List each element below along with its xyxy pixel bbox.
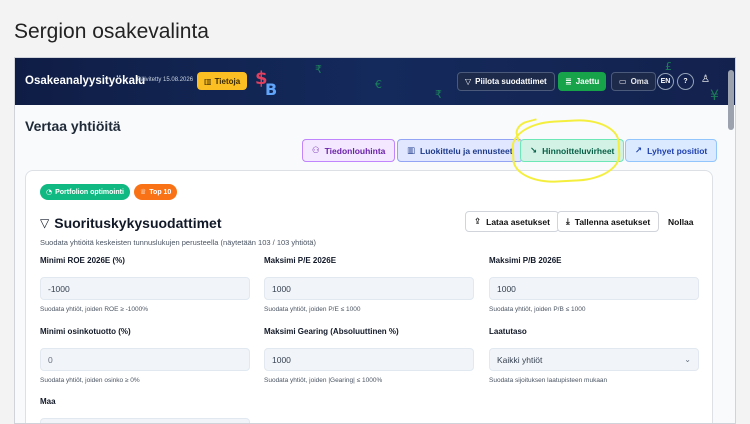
min-dividend-field: Minimi osinkotuotto (%) 0 Suodata yhtiöt…: [40, 327, 250, 384]
shared-label: Jaettu: [575, 77, 600, 86]
load-settings-button[interactable]: ⇪ Lataa asetukset: [465, 211, 559, 232]
field-value: 1000: [497, 283, 516, 294]
external-link-icon: ↗: [635, 145, 643, 156]
app-name: Osakeanalyysityökalu: [25, 75, 146, 87]
filters-title: ▽ Suorituskykysuodattimet: [40, 215, 222, 231]
save-label: Tallenna asetukset: [574, 216, 651, 227]
country-field: Maa: [40, 397, 250, 423]
field-help: Suodata sijoituksen laatupisteen mukaan: [489, 377, 608, 384]
language-label: EN: [660, 78, 671, 85]
max-pe-input[interactable]: 1000: [264, 277, 474, 300]
field-value: -1000: [48, 283, 70, 294]
field-help: Suodata yhtiöt, joiden |Gearing| ≤ 1000%: [264, 377, 383, 384]
save-settings-button[interactable]: ⤓ Tallenna asetukset: [557, 211, 660, 232]
currency-decoration-icon: ¥: [710, 88, 719, 104]
pie-chart-icon: ◔: [46, 188, 53, 196]
tab-data-mining[interactable]: ⚇ Tiedonlouhinta: [302, 139, 396, 162]
field-value: Kaikki yhtiöt: [497, 354, 543, 365]
filter-icon: ▽: [465, 77, 472, 86]
help-icon: ?: [683, 78, 688, 85]
field-label: Minimi osinkotuotto (%): [40, 327, 131, 336]
quality-level-select[interactable]: Kaikki yhtiöt ⌄: [489, 348, 699, 371]
field-help: Suodata yhtiöt, joiden ROE ≥ -1000%: [40, 306, 148, 313]
help-button[interactable]: ?: [677, 73, 694, 90]
currency-decoration-icon: £: [665, 60, 672, 73]
field-value: 1000: [272, 283, 291, 294]
language-button[interactable]: EN: [657, 73, 674, 90]
field-help: Suodata yhtiöt, joiden P/B ≤ 1000: [489, 306, 586, 313]
database-icon: ≣: [565, 77, 572, 86]
currency-decoration-icon: ₹: [435, 88, 442, 101]
scrollbar[interactable]: [728, 70, 734, 130]
pill-label: Top 10: [149, 188, 172, 196]
shared-button[interactable]: ≣ Jaettu: [558, 72, 607, 91]
hide-filters-label: Piilota suodattimet: [475, 77, 547, 86]
filters-subtitle: Suodata yhtiöitä keskeisten tunnuslukuje…: [40, 238, 317, 247]
max-pb-field: Maksimi P/B 2026E 1000 Suodata yhtiöt, j…: [489, 256, 699, 313]
max-pe-field: Maksimi P/E 2026E 1000 Suodata yhtiöt, j…: [264, 256, 474, 313]
field-label: Maksimi P/B 2026E: [489, 256, 562, 265]
tab-classification[interactable]: ▥ Luokittelu ja ennusteet: [397, 139, 523, 162]
folder-icon: ▭: [619, 77, 627, 86]
tab-short-positions[interactable]: ↗ Lyhyet positiot: [625, 139, 718, 162]
field-label: Laatutaso: [489, 327, 527, 336]
field-label: Maa: [40, 397, 56, 406]
field-label: Minimi ROE 2026E (%): [40, 256, 125, 265]
filter-icon: ▽: [40, 216, 50, 230]
min-roe-field: Minimi ROE 2026E (%) -1000 Suodata yhtiö…: [40, 256, 250, 313]
hide-filters-button[interactable]: ▽ Piilota suodattimet: [457, 72, 555, 91]
load-label: Lataa asetukset: [486, 216, 550, 227]
field-label: Maksimi P/E 2026E: [264, 256, 337, 265]
min-roe-input[interactable]: -1000: [40, 277, 250, 300]
user-icon[interactable]: ♙: [701, 74, 710, 85]
field-label: Maksimi Gearing (Absoluuttinen %): [264, 327, 399, 336]
max-pb-input[interactable]: 1000: [489, 277, 699, 300]
portfolio-optimization-button[interactable]: ◔ Portfolion optimointi: [40, 184, 130, 200]
field-help: Suodata yhtiöt, joiden P/E ≤ 1000: [264, 306, 361, 313]
trophy-icon: ♕: [140, 188, 147, 196]
quality-level-field: Laatutaso Kaikki yhtiöt ⌄ Suodata sijoit…: [489, 327, 699, 384]
filters-title-text: Suorituskykysuodattimet: [54, 215, 222, 231]
top-bar: ₹ € ₹ £ ¥ Osakeanalyysityökalu Päivitett…: [15, 58, 735, 105]
min-dividend-input[interactable]: 0: [40, 348, 250, 371]
network-icon: ⚇: [312, 145, 320, 156]
max-gearing-input[interactable]: 1000: [264, 348, 474, 371]
app-window: ₹ € ₹ £ ¥ Osakeanalyysityökalu Päivitett…: [14, 57, 736, 424]
own-label: Oma: [630, 77, 649, 86]
info-button[interactable]: ▥ Tietoja: [197, 72, 248, 90]
currency-decoration-icon: ₹: [315, 63, 322, 76]
info-label: Tietoja: [214, 76, 241, 86]
tab-label: Tiedonlouhinta: [324, 145, 386, 156]
upload-icon: ⇪: [474, 216, 482, 227]
bar-chart-icon: ▥: [204, 76, 212, 86]
compare-heading: Vertaa yhtiöitä: [25, 118, 121, 134]
download-icon: ⤓: [566, 216, 570, 227]
update-date: Päivitetty 15.08.2026: [137, 77, 194, 83]
tab-label: Lyhyet positiot: [647, 145, 708, 156]
currency-decoration-icon: €: [375, 78, 382, 91]
field-value: 0: [48, 354, 53, 365]
field-value: 1000: [272, 354, 291, 365]
top-10-button[interactable]: ♕ Top 10: [134, 184, 178, 200]
tab-label: Luokittelu ja ennusteet: [420, 145, 513, 156]
bitcoin-icon: B: [265, 80, 278, 99]
pill-label: Portfolion optimointi: [55, 188, 124, 196]
reset-button[interactable]: Nollaa: [668, 217, 694, 227]
max-gearing-field: Maksimi Gearing (Absoluuttinen %) 1000 S…: [264, 327, 474, 384]
page-title: Sergion osakevalinta: [14, 20, 209, 43]
bar-chart-icon: ▥: [407, 145, 416, 156]
chevron-down-icon: ⌄: [684, 355, 691, 364]
filters-card: ◔ Portfolion optimointi ♕ Top 10 ▽ Suori…: [25, 170, 713, 423]
country-select[interactable]: [40, 418, 250, 423]
field-help: Suodata yhtiöt, joiden osinko ≥ 0%: [40, 377, 140, 384]
own-button[interactable]: ▭ Oma: [611, 72, 657, 91]
